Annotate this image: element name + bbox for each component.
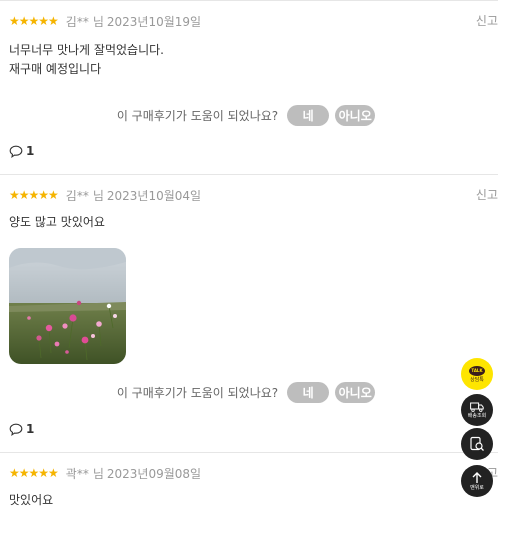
kakao-chat-label: 상담톡 <box>470 376 484 383</box>
review-header: ★★★★★ 김** 님 2023년10월19일 신고 <box>9 12 498 30</box>
kakao-talk-icon: TALK <box>469 365 485 376</box>
review-date: 2023년09월08일 <box>106 466 202 481</box>
review-item: ★★★★★ 김** 님 2023년10월04일 신고 양도 많고 맛있어요 이 … <box>0 174 498 452</box>
comment-toggle[interactable]: 1 <box>9 144 34 158</box>
star-rating: ★★★★★ <box>9 188 59 202</box>
review-text-line: 양도 많고 맛있어요 <box>9 215 105 229</box>
review-author: 김** <box>65 188 89 203</box>
review-author: 곽** <box>65 466 89 481</box>
review-photo[interactable] <box>9 248 126 364</box>
author-suffix: 님 <box>92 188 104 203</box>
review-item: ★★★★★ 곽** 님 2023년09월08일 신고 맛있어요 <box>0 452 498 535</box>
review-date: 2023년10월04일 <box>106 188 202 203</box>
review-header: ★★★★★ 곽** 님 2023년09월08일 신고 <box>9 464 498 482</box>
flower-field-image <box>9 248 126 364</box>
comment-icon <box>9 423 23 436</box>
helpful-prompt: 이 구매후기가 도움이 되었나요? 네 아니오 <box>0 103 498 127</box>
delivery-tracking-button[interactable]: 배송조회 <box>461 394 493 426</box>
comment-count: 1 <box>26 422 35 436</box>
comment-icon <box>9 145 23 158</box>
comment-count: 1 <box>26 144 35 158</box>
review-list-page: ★★★★★ 김** 님 2023년10월19일 신고 너무너무 맛나게 잘먹었습… <box>0 0 508 535</box>
kakao-chat-button[interactable]: TALK 상담톡 <box>461 358 493 390</box>
kakao-logo-text: TALK <box>471 368 483 373</box>
helpful-yes-button[interactable]: 네 <box>287 381 330 403</box>
helpful-question: 이 구매후기가 도움이 되었나요? <box>116 385 279 400</box>
review-text: 양도 많고 맛있어요 <box>9 213 105 232</box>
star-rating: ★★★★★ <box>9 466 59 480</box>
comment-toggle[interactable]: 1 <box>9 422 34 436</box>
review-date: 2023년10월19일 <box>106 14 202 29</box>
review-text-line: 맛있어요 <box>9 493 54 507</box>
author-suffix: 님 <box>92 466 104 481</box>
delivery-tracking-label: 배송조회 <box>467 412 487 419</box>
star-rating: ★★★★★ <box>9 14 59 28</box>
truck-icon <box>470 402 484 412</box>
helpful-no-button[interactable]: 아니오 <box>335 104 376 126</box>
document-search-icon <box>470 436 484 451</box>
helpful-yes-button[interactable]: 네 <box>287 104 330 126</box>
recent-viewed-button[interactable] <box>461 428 493 460</box>
review-text-line: 재구매 예정입니다 <box>9 62 102 76</box>
report-button[interactable]: 신고 <box>476 12 498 29</box>
helpful-question: 이 구매후기가 도움이 되었나요? <box>116 108 279 123</box>
review-item: ★★★★★ 김** 님 2023년10월19일 신고 너무너무 맛나게 잘먹었습… <box>0 0 498 175</box>
review-text: 너무너무 맛나게 잘먹었습니다. 재구매 예정입니다 <box>9 41 164 79</box>
review-author: 김** <box>65 14 89 29</box>
helpful-prompt: 이 구매후기가 도움이 되었나요? 네 아니오 <box>0 380 498 404</box>
scroll-to-top-label: 맨위로 <box>470 484 484 491</box>
review-text-line: 너무너무 맛나게 잘먹었습니다. <box>9 43 164 57</box>
review-text: 맛있어요 <box>9 491 53 510</box>
scroll-to-top-button[interactable]: 맨위로 <box>461 465 493 497</box>
helpful-no-button[interactable]: 아니오 <box>335 381 376 403</box>
report-button[interactable]: 신고 <box>476 186 498 203</box>
arrow-up-icon <box>472 471 482 483</box>
review-header: ★★★★★ 김** 님 2023년10월04일 신고 <box>9 186 498 204</box>
author-suffix: 님 <box>92 14 104 29</box>
